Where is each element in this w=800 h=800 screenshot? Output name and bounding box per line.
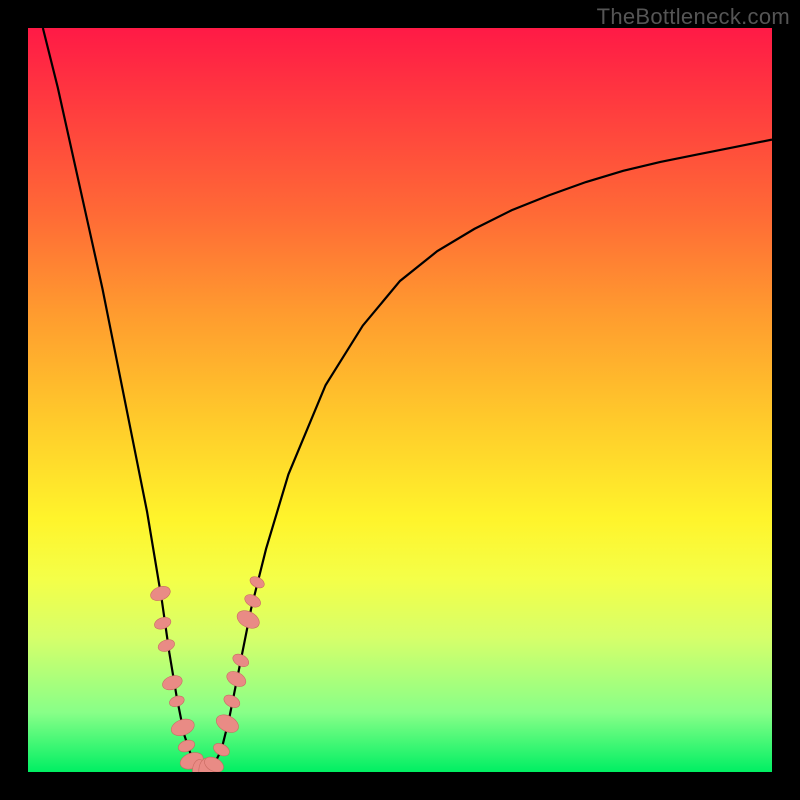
watermark-text: TheBottleneck.com [597, 4, 790, 30]
plot-area [28, 28, 772, 772]
curve-marker [213, 711, 241, 736]
bottleneck-curve-path [43, 28, 772, 772]
curve-marker [153, 615, 173, 631]
curve-marker [222, 692, 242, 710]
bottleneck-curve-svg [28, 28, 772, 772]
curve-marker [168, 694, 186, 709]
curve-markers-group [149, 574, 267, 772]
curve-marker [243, 592, 263, 610]
curve-marker [160, 673, 184, 692]
chart-frame: TheBottleneck.com [0, 0, 800, 800]
curve-marker [248, 574, 266, 590]
curve-marker [149, 584, 173, 603]
curve-marker [177, 738, 197, 754]
curve-marker [211, 741, 231, 759]
curve-marker [231, 652, 251, 670]
curve-marker [169, 716, 197, 739]
curve-marker [157, 637, 177, 653]
